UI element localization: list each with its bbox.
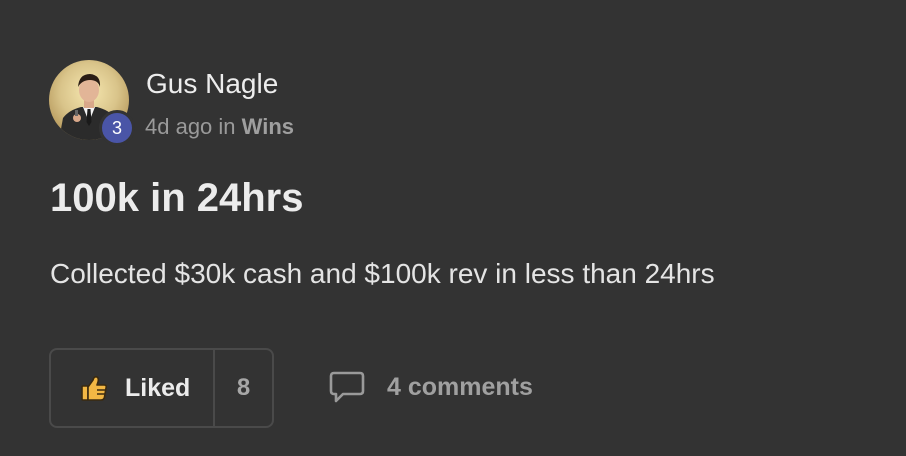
post-meta: 4d ago in Wins [145, 114, 294, 140]
like-label: Liked [125, 373, 191, 402]
author-avatar-wrap[interactable]: 3 [49, 60, 135, 146]
post-body: Collected $30k cash and $100k rev in les… [50, 258, 715, 289]
post-title: 100k in 24hrs [50, 176, 304, 220]
thumbs-up-icon [81, 376, 108, 401]
post-card: 3 Gus Nagle 4d ago in Wins 100k in 24hrs… [0, 0, 906, 456]
meta-in-text: in [218, 114, 236, 139]
comments-button[interactable]: 4 comments [328, 370, 533, 404]
speech-bubble-icon [329, 371, 365, 403]
post-category[interactable]: Wins [242, 114, 294, 139]
comments-label: 4 comments [387, 372, 533, 401]
like-count[interactable]: 8 [215, 350, 272, 426]
level-badge: 3 [99, 110, 135, 146]
like-group: Liked 8 [49, 348, 274, 428]
post-time: 4d ago [145, 114, 213, 139]
like-button[interactable]: Liked [51, 350, 213, 426]
author-name[interactable]: Gus Nagle [146, 68, 278, 100]
